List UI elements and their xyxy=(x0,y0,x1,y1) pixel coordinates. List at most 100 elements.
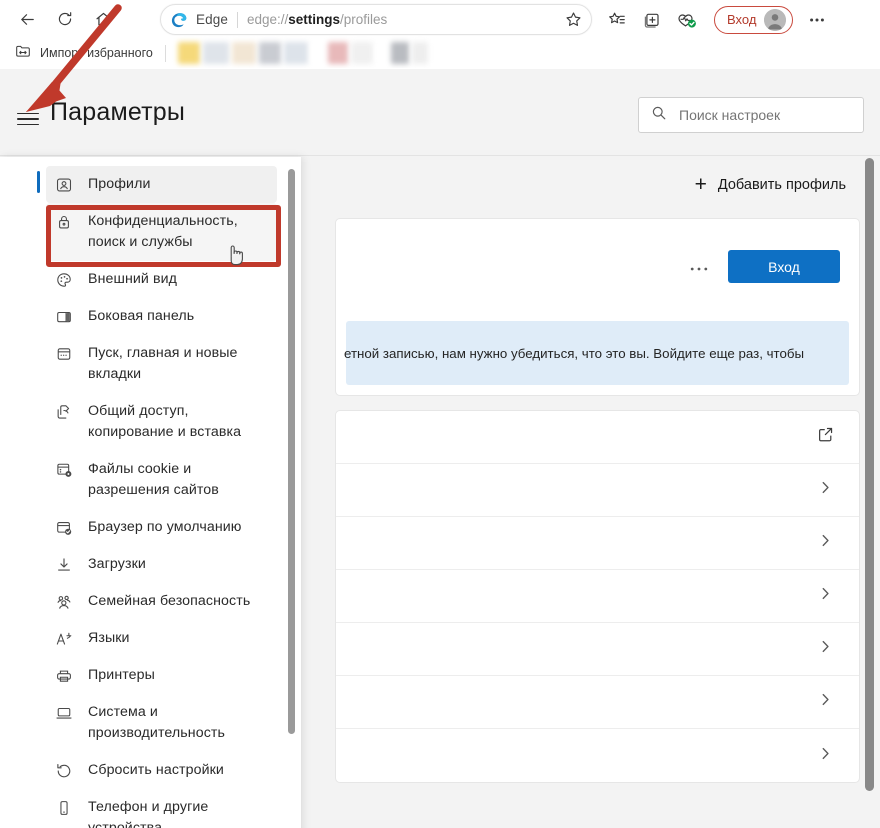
omnibox-brand-label: Edge xyxy=(196,12,228,27)
blurred-bookmark-chip[interactable] xyxy=(327,42,348,64)
home-button[interactable] xyxy=(86,2,120,36)
languages-icon xyxy=(54,629,74,649)
blurred-bookmark-chip[interactable] xyxy=(231,42,256,64)
blurred-bookmark-chip[interactable] xyxy=(390,42,409,64)
sidebar-item-label: Семейная безопасность xyxy=(88,593,251,609)
sidebar-item-7[interactable]: Файлы cookie и разрешения сайтов xyxy=(46,451,277,509)
row-chevron-2[interactable] xyxy=(336,517,859,570)
nav-scrollbar-thumb[interactable] xyxy=(288,169,295,734)
sidebar-item-11[interactable]: Языки xyxy=(46,620,277,657)
plus-icon: + xyxy=(694,173,707,196)
palette-icon xyxy=(54,270,74,290)
sidebar-item-13[interactable]: Система и производительность xyxy=(46,694,277,752)
sidebar-item-label: Файлы cookie и разрешения сайтов xyxy=(88,461,219,498)
sidebar-item-label: Боковая панель xyxy=(88,308,195,324)
row-chevron-6[interactable] xyxy=(336,729,859,782)
favorites-icon[interactable] xyxy=(600,4,633,35)
settings-nav-flyout: Профили Конфиденциальность, поиск и служб… xyxy=(0,157,301,828)
reload-button[interactable] xyxy=(48,2,82,36)
hamburger-menu-icon[interactable] xyxy=(14,105,42,133)
collections-add-icon[interactable] xyxy=(635,4,668,35)
import-favorites-label: Импорт избранного xyxy=(40,46,153,60)
profile-signin-button[interactable]: Вход xyxy=(728,250,840,283)
sidebar-item-label: Профили xyxy=(88,176,151,192)
edge-logo-icon xyxy=(171,11,189,29)
default-browser-icon xyxy=(54,518,74,538)
omnibox-divider xyxy=(236,11,238,28)
add-profile-button[interactable]: + Добавить профиль xyxy=(695,174,846,195)
sidebar-item-1[interactable]: Профили xyxy=(37,166,277,203)
row-chevron-3[interactable] xyxy=(336,570,859,623)
sidebar-item-9[interactable]: Загрузки xyxy=(46,546,277,583)
open-in-new-icon xyxy=(817,426,834,448)
blurred-bookmark-chip[interactable] xyxy=(177,42,200,64)
sidebar-item-5[interactable]: Пуск, главная и новые вкладки xyxy=(46,335,277,393)
add-profile-label: Добавить профиль xyxy=(717,176,846,193)
sidebar-item-6[interactable]: Общий доступ, копирование и вставка xyxy=(46,393,277,451)
phone-devices-icon xyxy=(54,798,74,818)
sidebar-item-8[interactable]: Браузер по умолчанию xyxy=(46,509,277,546)
back-button[interactable] xyxy=(10,2,44,36)
browser-more-icon[interactable] xyxy=(801,4,833,35)
url-prefix: edge:// xyxy=(246,12,289,27)
sidebar-item-label: Система и производительность xyxy=(88,704,225,741)
row-chevron-1[interactable] xyxy=(336,464,859,517)
chevron-right-icon xyxy=(818,586,833,606)
screenshot-root: Edge edge://settings/profiles Вход Импор… xyxy=(0,0,880,828)
sidebar-item-4[interactable]: Боковая панель xyxy=(46,298,277,335)
blurred-bookmark-chip[interactable] xyxy=(258,42,281,64)
sidebar-item-12[interactable]: Принтеры xyxy=(46,657,277,694)
blurred-bookmarks[interactable] xyxy=(177,42,428,64)
chevron-right-icon xyxy=(818,692,833,712)
settings-page: Параметры Поиск настроек + Добавить проф… xyxy=(0,69,880,828)
sidebar-item-10[interactable]: Семейная безопасность xyxy=(46,583,277,620)
sidebar-item-label: Принтеры xyxy=(88,667,155,683)
chevron-right-icon xyxy=(818,746,833,766)
reset-settings-icon xyxy=(54,761,74,781)
search-settings-input[interactable]: Поиск настроек xyxy=(638,97,864,133)
profile-icon xyxy=(54,175,74,195)
settings-header: Параметры Поиск настроек xyxy=(0,69,880,156)
profile-card-actions: Вход xyxy=(690,250,840,283)
family-safety-icon xyxy=(54,592,74,612)
blurred-bookmark-chip[interactable] xyxy=(283,42,308,64)
favorites-bar: Импорт избранного xyxy=(0,38,880,68)
blurred-bookmark-chip[interactable] xyxy=(350,42,373,64)
profile-card: Вход етной записью, нам нужно убедиться,… xyxy=(335,218,860,396)
settings-content: + Добавить профиль Вход етной записью, н… xyxy=(335,157,880,828)
profile-more-icon[interactable] xyxy=(690,257,708,277)
address-bar[interactable]: Edge edge://settings/profiles xyxy=(160,4,592,35)
row-external-link[interactable] xyxy=(336,411,859,464)
sidebar-item-15[interactable]: Телефон и другие устройства xyxy=(46,789,277,828)
row-chevron-4[interactable] xyxy=(336,623,859,676)
sidebar-item-label: Сбросить настройки xyxy=(88,762,224,778)
blurred-bookmark-chip[interactable] xyxy=(310,42,325,64)
settings-nav-list: Профили Конфиденциальность, поиск и служб… xyxy=(0,157,285,828)
page-scrollbar[interactable] xyxy=(865,158,874,791)
search-placeholder: Поиск настроек xyxy=(679,107,781,123)
sidebar-panel-icon xyxy=(54,307,74,327)
browser-essentials-icon[interactable] xyxy=(670,4,703,35)
star-outline-icon[interactable] xyxy=(564,10,583,29)
omnibox-url: edge://settings/profiles xyxy=(247,12,387,27)
search-icon xyxy=(651,105,667,126)
sidebar-item-label: Загрузки xyxy=(88,556,146,572)
signin-info-banner: етной записью, нам нужно убедиться, что … xyxy=(344,321,849,385)
sidebar-item-2[interactable]: Конфиденциальность, поиск и службы xyxy=(46,203,277,261)
lock-icon xyxy=(54,212,74,232)
share-icon xyxy=(54,402,74,422)
row-chevron-5[interactable] xyxy=(336,676,859,729)
chevron-right-icon xyxy=(818,639,833,659)
nav-scrollbar[interactable] xyxy=(288,169,295,734)
blurred-bookmark-chip[interactable] xyxy=(375,42,388,64)
signin-pill-button[interactable]: Вход xyxy=(714,5,794,34)
sidebar-item-14[interactable]: Сбросить настройки xyxy=(46,752,277,789)
import-favorites-button[interactable]: Импорт избранного xyxy=(14,42,153,65)
sidebar-item-label: Браузер по умолчанию xyxy=(88,519,242,535)
blurred-bookmark-chip[interactable] xyxy=(411,42,428,64)
page-scrollbar-thumb[interactable] xyxy=(865,158,874,791)
blurred-bookmark-chip[interactable] xyxy=(202,42,229,64)
sidebar-item-label: Пуск, главная и новые вкладки xyxy=(88,345,238,382)
sidebar-item-label: Языки xyxy=(88,630,130,646)
sidebar-item-3[interactable]: Внешний вид xyxy=(46,261,277,298)
